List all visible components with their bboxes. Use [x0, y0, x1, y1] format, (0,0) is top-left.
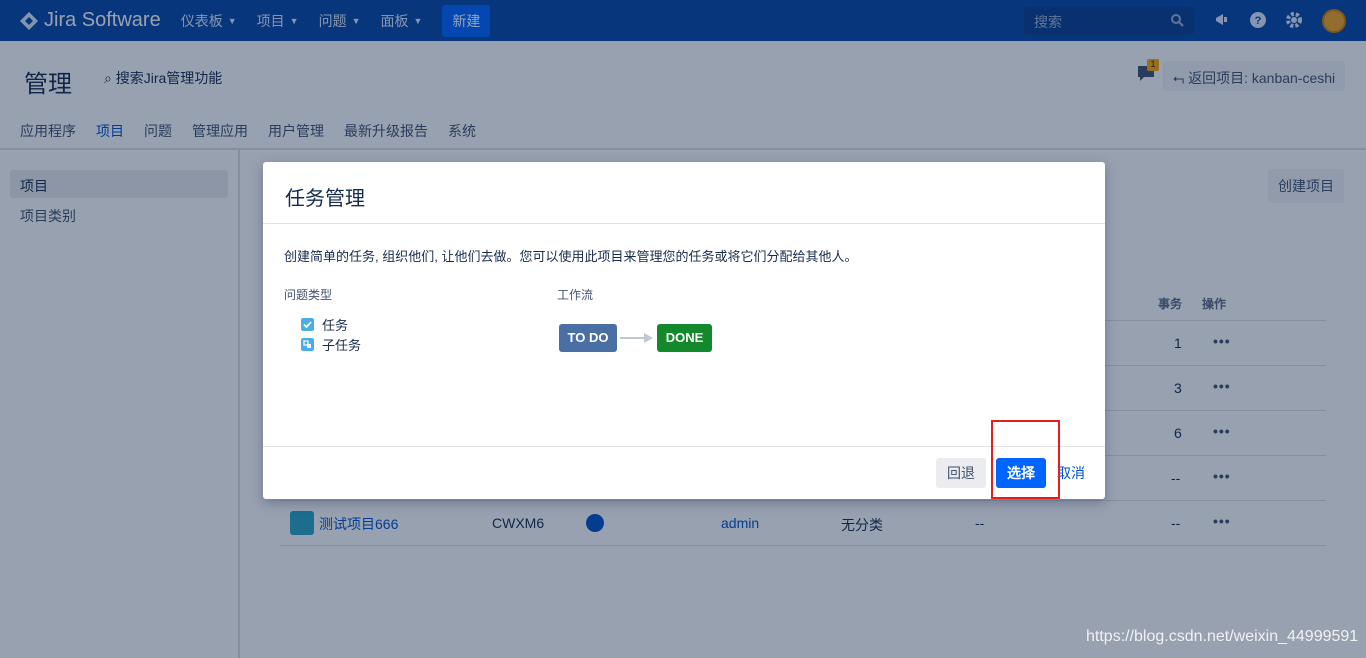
dialog-header-divider — [263, 223, 1105, 224]
back-button[interactable]: 回退 — [936, 458, 986, 488]
cancel-button[interactable]: 取消 — [1057, 463, 1085, 483]
dialog-description: 创建简单的任务, 组织他们, 让他们去做。您可以使用此项目来管理您的任务或将它们… — [284, 249, 858, 264]
dialog-footer-divider — [263, 446, 1105, 447]
issue-type-subtask: 子任务 — [301, 335, 361, 354]
workflow-arrow-icon — [620, 333, 653, 343]
workflow-status-done: DONE — [657, 324, 712, 352]
task-management-dialog: 任务管理 创建简单的任务, 组织他们, 让他们去做。您可以使用此项目来管理您的任… — [263, 162, 1105, 499]
watermark: https://blog.csdn.net/weixin_44999591 — [1086, 628, 1359, 645]
workflow-label: 工作流 — [557, 288, 594, 302]
subtask-icon — [301, 338, 314, 351]
issue-types-label: 问题类型 — [284, 288, 333, 302]
workflow-status-todo: TO DO — [559, 324, 617, 352]
highlight-annotation — [991, 420, 1060, 499]
dialog-title: 任务管理 — [285, 188, 365, 210]
issue-type-task: 任务 — [301, 315, 348, 334]
task-icon — [301, 318, 314, 331]
